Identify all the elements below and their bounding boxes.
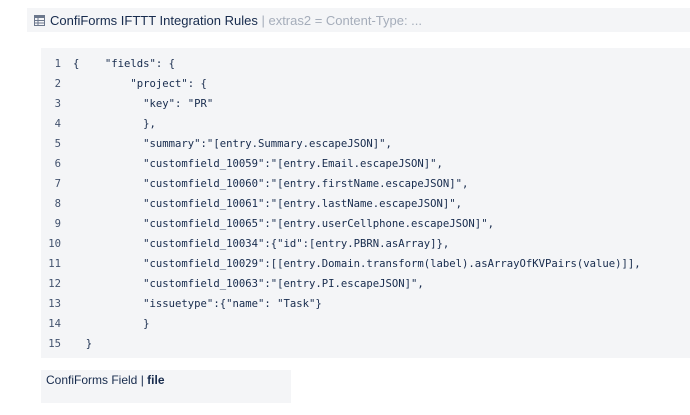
code-line: 9 "customfield_10065":"[entry.userCellph… xyxy=(41,214,690,234)
code-text: "key": "PR" xyxy=(73,98,214,110)
code-text: { "fields": { xyxy=(73,58,176,70)
code-text: "customfield_10060":"[entry.firstName.es… xyxy=(73,178,469,190)
code-text: "customfield_10059":"[entry.Email.escape… xyxy=(73,158,443,170)
code-line: 5 "summary":"[entry.Summary.escapeJSON]"… xyxy=(41,134,690,154)
code-line: 2 "project": { xyxy=(41,74,690,94)
line-number: 1 xyxy=(54,58,61,70)
line-number: 13 xyxy=(48,298,61,310)
table-icon xyxy=(34,14,45,26)
line-number: 3 xyxy=(54,98,61,110)
line-number: 8 xyxy=(54,198,61,210)
code-block[interactable]: 1{ "fields": {2 "project": {3 "key": "PR… xyxy=(41,48,690,358)
line-number: 7 xyxy=(54,178,61,190)
code-line: 1 { "fields": { xyxy=(41,54,690,74)
code-line: 14 } xyxy=(41,314,690,334)
code-line: 4 }, xyxy=(41,114,690,134)
code-lines: 1{ "fields": {2 "project": {3 "key": "PR… xyxy=(41,54,690,354)
code-line: 7 "customfield_10060":"[entry.firstName.… xyxy=(41,174,690,194)
code-line: 10 "customfield_10034":{"id":[entry.PBRN… xyxy=(41,234,690,254)
line-number: 2 xyxy=(54,78,61,90)
line-number: 12 xyxy=(48,278,61,290)
line-number: 15 xyxy=(48,338,61,350)
macro-parameters: extras2 = Content-Type: ... xyxy=(268,12,423,28)
code-line: 13 "issuetype":{"name": "Task"} xyxy=(41,294,690,314)
code-text: }, xyxy=(73,118,156,130)
code-line: 3 "key": "PR" xyxy=(41,94,690,114)
code-text: "issuetype":{"name": "Task"} xyxy=(73,298,322,310)
code-line: 11 "customfield_10029":[[entry.Domain.tr… xyxy=(41,254,690,274)
code-line: 8 "customfield_10061":"[entry.lastName.e… xyxy=(41,194,690,214)
macro-title: ConfiForms IFTTT Integration Rules xyxy=(50,12,258,28)
code-line: 12 "customfield_10063":"[entry.PI.escape… xyxy=(41,274,690,294)
field-separator: | xyxy=(140,373,144,387)
code-text: "customfield_10029":[[entry.Domain.trans… xyxy=(73,258,641,270)
code-line: 15 } xyxy=(41,334,690,354)
line-number: 5 xyxy=(54,138,61,150)
line-number: 11 xyxy=(48,258,61,270)
code-text: "customfield_10063":"[entry.PI.escapeJSO… xyxy=(73,278,424,290)
code-text: } xyxy=(73,318,150,330)
field-label: ConfiForms Field xyxy=(46,373,138,387)
line-number: 14 xyxy=(48,318,61,330)
confiforms-field-panel[interactable]: ConfiForms Field | file xyxy=(41,370,291,403)
field-value: file xyxy=(147,373,165,387)
line-number: 6 xyxy=(54,158,61,170)
code-line: 6 "customfield_10059":"[entry.Email.esca… xyxy=(41,154,690,174)
code-text: "project": { xyxy=(73,78,207,90)
line-number: 9 xyxy=(54,218,61,230)
code-text: "customfield_10034":{"id":[entry.PBRN.as… xyxy=(73,238,450,250)
line-number: 10 xyxy=(48,238,61,250)
line-number: 4 xyxy=(54,118,61,130)
code-text: "summary":"[entry.Summary.escapeJSON]", xyxy=(73,138,392,150)
code-text: } xyxy=(73,338,93,350)
code-text: "customfield_10065":"[entry.userCellphon… xyxy=(73,218,494,230)
macro-header: ConfiForms IFTTT Integration Rules | ext… xyxy=(27,8,690,32)
code-text: "customfield_10061":"[entry.lastName.esc… xyxy=(73,198,463,210)
